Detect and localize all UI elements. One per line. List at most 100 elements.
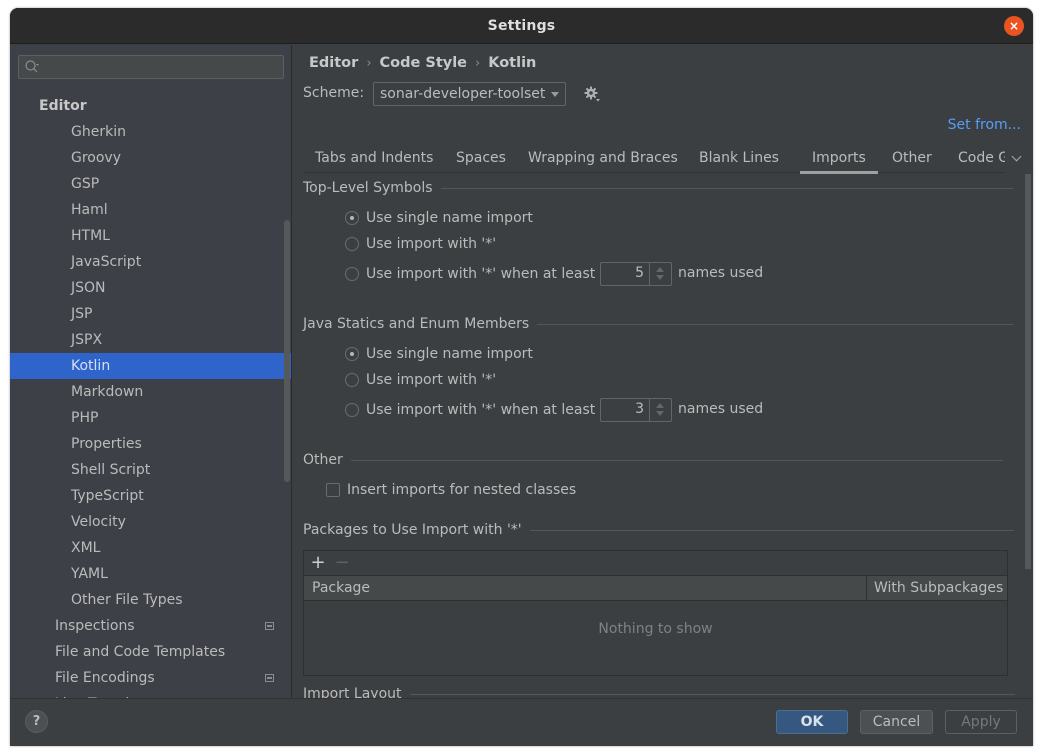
dialog-footer: ? OK Cancel Apply [10,698,1033,746]
sidebar-item-javascript[interactable]: JavaScript [10,249,291,275]
sidebar-item-label: Other File Types [71,592,183,608]
radio-label: Use single name import [366,346,533,362]
sidebar-item-label: GSP [71,176,100,192]
breadcrumb-code-style[interactable]: Code Style [380,55,468,71]
sidebar-item-editor[interactable]: Editor [10,93,291,119]
insert-nested-imports-checkbox[interactable]: Insert imports for nested classes [326,480,576,500]
cancel-button[interactable]: Cancel [860,710,933,734]
java-statics-star-when-at-least-radio[interactable]: Use import with '*' when at least [345,400,595,420]
add-package-button[interactable]: + [307,552,329,574]
group-title: Import Layout [303,686,402,698]
breadcrumb-separator: › [366,55,372,71]
radio-checked-icon [345,347,359,361]
sidebar-item-label: TypeScript [71,488,144,504]
sidebar-item-html[interactable]: HTML [10,223,291,249]
top-level-star-when-at-least-radio[interactable]: Use import with '*' when at least [345,264,595,284]
tabs-overflow-chevron-icon[interactable] [1005,143,1031,173]
title-bar: Settings × [10,8,1033,44]
gear-icon[interactable] [583,85,601,103]
radio-checked-icon [345,211,359,225]
sidebar-scrollbar[interactable] [284,220,290,482]
sidebar-item-json[interactable]: JSON [10,275,291,301]
tab-other[interactable]: Other [880,143,944,173]
sidebar-item-live-templates[interactable]: Live Templates [10,691,291,698]
sidebar-item-label: Haml [71,202,108,218]
column-with-subpackages[interactable]: With Subpackages [866,576,1008,600]
tab-imports[interactable]: Imports [800,143,878,174]
sidebar-item-label: HTML [71,228,110,244]
sidebar-item-velocity[interactable]: Velocity [10,509,291,535]
sidebar-item-typescript[interactable]: TypeScript [10,483,291,509]
tab-wrapping-and-braces[interactable]: Wrapping and Braces [516,143,690,173]
sidebar-item-file-encodings[interactable]: File Encodings [10,665,291,691]
packages-table: + − Package With Subpackages Nothing to … [303,550,1008,676]
ok-button[interactable]: OK [776,710,848,734]
checkbox-icon [326,483,340,497]
sidebar-item-label: Gherkin [71,124,126,140]
separator [350,459,1003,461]
sidebar-item-other-file-types[interactable]: Other File Types [10,587,291,613]
sidebar-item-label: Velocity [71,514,126,530]
top-level-single-name-radio[interactable]: Use single name import [345,208,533,228]
arrow-up-icon [656,267,664,272]
tab-blank-lines[interactable]: Blank Lines [687,143,791,173]
scheme-dropdown[interactable]: sonar-developer-toolset [373,82,566,106]
chevron-down-icon [551,92,559,97]
remove-package-button[interactable]: − [331,552,353,574]
radio-label: Use import with '*' [366,372,497,388]
sidebar-item-label: Kotlin [71,358,111,374]
sidebar-item-jsp[interactable]: JSP [10,301,291,327]
sidebar-item-label: JSPX [71,332,103,348]
sidebar-item-jspx[interactable]: JSPX [10,327,291,353]
separator [440,187,1013,189]
tab-spaces[interactable]: Spaces [444,143,518,173]
sidebar-item-php[interactable]: PHP [10,405,291,431]
help-button[interactable]: ? [25,710,48,733]
dialog-title: Settings [487,17,556,34]
sidebar-item-shell-script[interactable]: Shell Script [10,457,291,483]
sidebar-item-label: File and Code Templates [55,644,226,660]
top-level-star-import-radio[interactable]: Use import with '*' [345,234,496,254]
sidebar-item-kotlin[interactable]: Kotlin [10,353,291,379]
tab-tabs-and-indents[interactable]: Tabs and Indents [303,143,445,173]
breadcrumb-editor[interactable]: Editor [309,55,358,71]
sidebar-item-label: Markdown [71,384,144,400]
breadcrumb: Editor › Code Style › Kotlin [309,53,536,73]
sidebar-item-gherkin[interactable]: Gherkin [10,119,291,145]
imports-content: Top-Level Symbols Use single name import… [293,174,1023,698]
java-statics-count-spinner[interactable]: 3 [600,398,672,422]
apply-button[interactable]: Apply [945,710,1017,734]
sidebar-item-haml[interactable]: Haml [10,197,291,223]
group-title: Packages to Use Import with '*' [303,522,522,538]
sidebar-item-label: PHP [71,410,99,426]
names-used-label: names used [678,265,764,281]
content-scrollbar[interactable] [1025,174,1031,569]
group-title: Java Statics and Enum Members [303,316,530,332]
packages-toolbar: + − [304,551,1007,576]
spinner-arrows[interactable] [649,263,671,285]
top-level-count-spinner[interactable]: 5 [600,262,672,286]
main-panel: Editor › Code Style › Kotlin Scheme: son… [293,45,1033,698]
sidebar-item-yaml[interactable]: YAML [10,561,291,587]
sidebar-item-markdown[interactable]: Markdown [10,379,291,405]
set-from-link[interactable]: Set from... [948,117,1021,133]
sidebar-item-gsp[interactable]: GSP [10,171,291,197]
java-statics-group: Java Statics and Enum Members [303,316,1014,332]
sidebar-item-properties[interactable]: Properties [10,431,291,457]
java-statics-star-import-radio[interactable]: Use import with '*' [345,370,496,390]
column-package[interactable]: Package [312,576,370,600]
search-input[interactable] [18,55,284,79]
sidebar-item-inspections[interactable]: Inspections [10,613,291,639]
breadcrumb-separator: › [475,55,481,71]
project-scope-icon [265,674,274,682]
java-statics-single-name-radio[interactable]: Use single name import [345,344,533,364]
sidebar-item-label: Editor [39,98,87,114]
sidebar-item-file-and-code-templates[interactable]: File and Code Templates [10,639,291,665]
separator [409,693,1015,695]
close-button[interactable]: × [1004,16,1024,36]
radio-label: Use import with '*' when at least [366,266,596,282]
sidebar-item-groovy[interactable]: Groovy [10,145,291,171]
scheme-value: sonar-developer-toolset [380,86,546,102]
sidebar-item-xml[interactable]: XML [10,535,291,561]
spinner-arrows[interactable] [649,399,671,421]
